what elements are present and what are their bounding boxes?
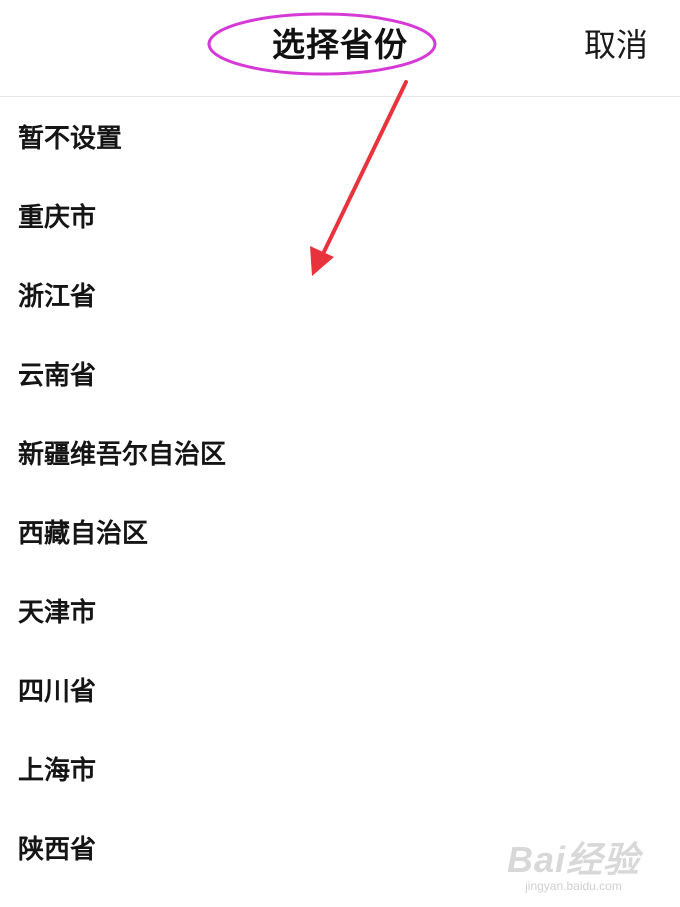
province-item-shanghai[interactable]: 上海市 bbox=[0, 729, 680, 808]
header-bar: 选择省份 取消 bbox=[0, 0, 680, 97]
province-picker-screen: 选择省份 取消 暂不设置 重庆市 浙江省 云南省 新疆维吾尔自治区 西藏自治区 … bbox=[0, 0, 680, 907]
province-item-tibet[interactable]: 西藏自治区 bbox=[0, 492, 680, 571]
province-item-xinjiang[interactable]: 新疆维吾尔自治区 bbox=[0, 413, 680, 492]
province-item-not-set[interactable]: 暂不设置 bbox=[0, 97, 680, 176]
province-item-tianjin[interactable]: 天津市 bbox=[0, 571, 680, 650]
cancel-button[interactable]: 取消 bbox=[584, 20, 648, 66]
province-item-chongqing[interactable]: 重庆市 bbox=[0, 176, 680, 255]
province-item-yunnan[interactable]: 云南省 bbox=[0, 334, 680, 413]
province-item-shaanxi[interactable]: 陕西省 bbox=[0, 808, 680, 887]
province-item-sichuan[interactable]: 四川省 bbox=[0, 650, 680, 729]
page-title: 选择省份 bbox=[272, 25, 408, 64]
province-item-zhejiang[interactable]: 浙江省 bbox=[0, 255, 680, 334]
province-list: 暂不设置 重庆市 浙江省 云南省 新疆维吾尔自治区 西藏自治区 天津市 四川省 … bbox=[0, 97, 680, 887]
